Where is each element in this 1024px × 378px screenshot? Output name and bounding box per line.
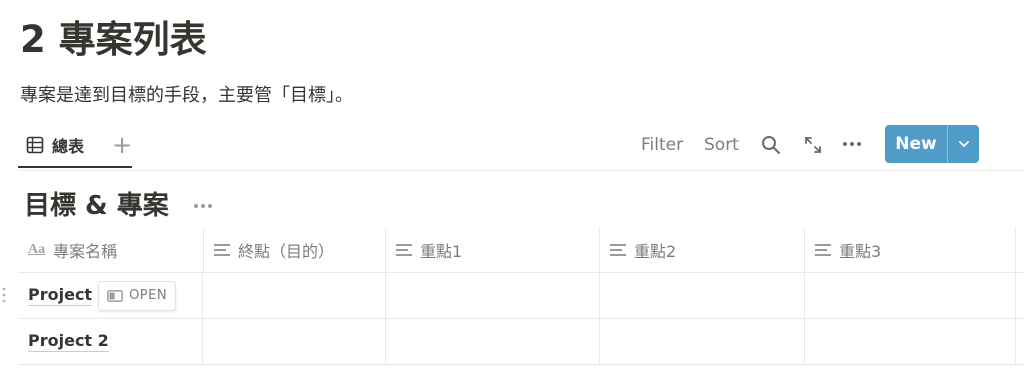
new-button-group: New <box>885 125 979 163</box>
sort-button[interactable]: Sort <box>704 134 739 156</box>
tab-label: 總表 <box>52 137 85 156</box>
table-header: Aa 專案名稱 終點（目的） 重點1 重點2 重點3 <box>18 228 1024 273</box>
new-button[interactable]: New <box>885 125 947 163</box>
row-title[interactable]: Project 2 <box>28 331 109 352</box>
cell-project-name[interactable]: Project OPEN <box>18 273 203 318</box>
column-header-goal[interactable]: 終點（目的） <box>203 228 386 272</box>
database-table: Aa 專案名稱 終點（目的） 重點1 重點2 重點3 Project OPEN … <box>2 228 1024 365</box>
column-header-label: 重點3 <box>839 242 882 261</box>
text-property-icon <box>815 244 831 256</box>
database-more-icon[interactable] <box>192 196 214 216</box>
cell-point1[interactable] <box>386 273 600 318</box>
drag-handle-icon[interactable] <box>2 286 10 304</box>
cell-point3[interactable] <box>805 273 1016 318</box>
page-title: 2 專案列表 <box>20 18 207 61</box>
text-property-icon <box>610 244 626 256</box>
open-label: OPEN <box>129 288 168 303</box>
column-header-label: 專案名稱 <box>53 242 118 261</box>
column-header-label: 重點1 <box>420 242 463 261</box>
cell-point1[interactable] <box>386 319 600 364</box>
text-type-icon: Aa <box>28 242 46 257</box>
database-title[interactable]: 目標 & 專案 <box>24 188 169 224</box>
open-page-button[interactable]: OPEN <box>98 280 177 311</box>
text-property-icon <box>396 244 412 256</box>
new-dropdown-button[interactable] <box>948 125 979 163</box>
column-header-name[interactable]: Aa 專案名稱 <box>18 228 203 272</box>
cell-point2[interactable] <box>600 273 805 318</box>
search-icon[interactable] <box>761 135 781 155</box>
row-title[interactable]: Project <box>28 285 93 306</box>
cell-goal[interactable] <box>203 273 386 318</box>
filter-button[interactable]: Filter <box>641 134 683 156</box>
page-description: 專案是達到目標的手段，主要管「目標」。 <box>20 85 353 106</box>
expand-icon[interactable] <box>803 135 823 155</box>
add-view-button[interactable]: + <box>110 130 134 160</box>
table-icon <box>26 136 44 154</box>
cell-point2[interactable] <box>600 319 805 364</box>
side-peek-icon <box>107 289 123 302</box>
table-row[interactable]: Project 2 <box>18 319 1024 365</box>
cell-project-name[interactable]: Project 2 <box>18 319 203 364</box>
chevron-down-icon <box>958 141 969 147</box>
column-header-point2[interactable]: 重點2 <box>600 228 805 272</box>
view-bar: 總表 + Filter Sort New <box>18 124 980 170</box>
text-property-icon <box>214 244 230 256</box>
column-header-label: 終點（目的） <box>238 242 335 261</box>
view-bar-divider <box>18 170 1024 171</box>
table-row[interactable]: Project OPEN <box>2 273 1024 319</box>
more-icon[interactable] <box>842 141 862 147</box>
column-header-point3[interactable]: 重點3 <box>805 228 1016 272</box>
column-header-point1[interactable]: 重點1 <box>386 228 600 272</box>
cell-goal[interactable] <box>203 319 386 364</box>
cell-point3[interactable] <box>805 319 1016 364</box>
column-header-label: 重點2 <box>634 242 677 261</box>
